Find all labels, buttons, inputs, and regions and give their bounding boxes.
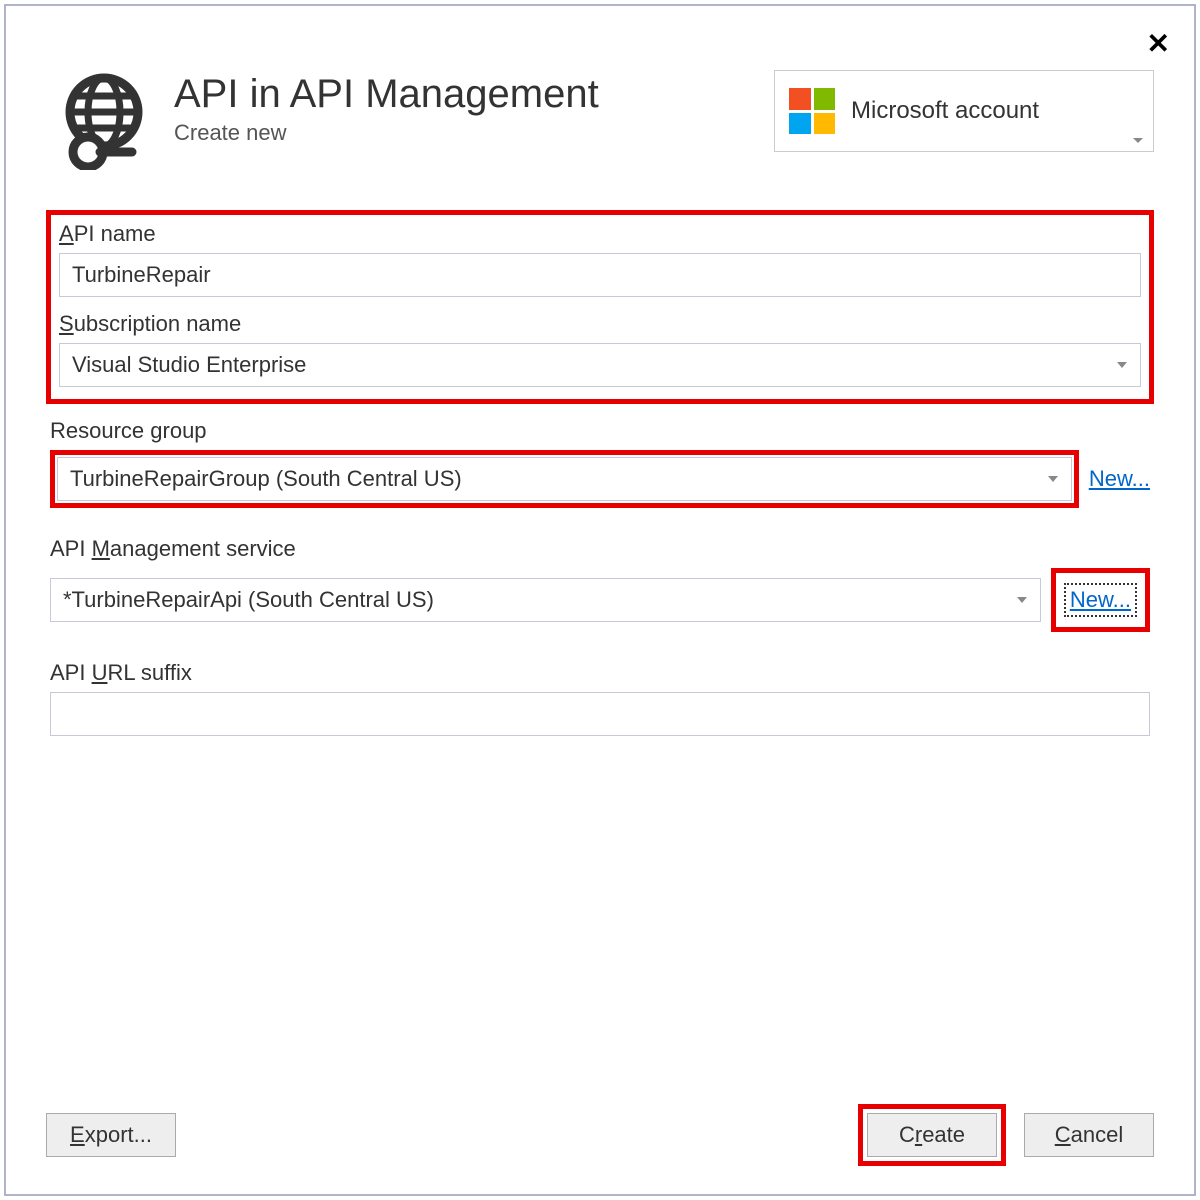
account-selector[interactable]: Microsoft account bbox=[774, 70, 1154, 152]
bottom-button-bar: Export... Create Cancel bbox=[46, 1104, 1154, 1166]
apim-service-select[interactable] bbox=[50, 578, 1041, 622]
subscription-group: Subscription name bbox=[59, 311, 1141, 387]
apim-service-row: New... bbox=[46, 568, 1154, 632]
url-suffix-input[interactable] bbox=[50, 692, 1150, 736]
highlight-name-subscription: API name Subscription name bbox=[46, 210, 1154, 404]
chevron-down-icon bbox=[1133, 138, 1143, 143]
api-name-group: API name bbox=[59, 221, 1141, 297]
form-area: API name Subscription name Resource grou… bbox=[6, 170, 1194, 736]
dialog-window: ✕ API in API Management Create new Micro… bbox=[4, 4, 1196, 1196]
url-suffix-label: API URL suffix bbox=[46, 660, 1154, 686]
apim-new-link[interactable]: New... bbox=[1070, 587, 1131, 612]
cancel-button[interactable]: Cancel bbox=[1024, 1113, 1154, 1157]
microsoft-logo-icon bbox=[789, 88, 835, 134]
dialog-title: API in API Management bbox=[174, 70, 754, 118]
api-globe-icon bbox=[54, 70, 154, 170]
dialog-subtitle: Create new bbox=[174, 120, 754, 146]
subscription-select[interactable] bbox=[59, 343, 1141, 387]
export-button[interactable]: Export... bbox=[46, 1113, 176, 1157]
header-text-block: API in API Management Create new bbox=[174, 70, 754, 146]
resource-group-row: New... bbox=[46, 450, 1154, 508]
apim-new-link-focus: New... bbox=[1064, 583, 1137, 617]
subscription-label: Subscription name bbox=[59, 311, 1141, 337]
api-name-input[interactable] bbox=[59, 253, 1141, 297]
resource-group-select[interactable] bbox=[57, 457, 1072, 501]
dialog-header: API in API Management Create new Microso… bbox=[6, 6, 1194, 170]
resource-group-new-link[interactable]: New... bbox=[1089, 466, 1150, 492]
apim-service-label: API Management service bbox=[46, 536, 1154, 562]
url-suffix-group bbox=[46, 692, 1154, 736]
right-button-group: Create Cancel bbox=[858, 1104, 1154, 1166]
resource-group-label: Resource group bbox=[46, 418, 1154, 444]
account-label: Microsoft account bbox=[851, 97, 1039, 125]
highlight-apim-new: New... bbox=[1051, 568, 1150, 632]
highlight-create: Create bbox=[858, 1104, 1006, 1166]
create-button[interactable]: Create bbox=[867, 1113, 997, 1157]
close-icon[interactable]: ✕ bbox=[1147, 30, 1170, 58]
api-name-label: API name bbox=[59, 221, 1141, 247]
highlight-resource-group bbox=[50, 450, 1079, 508]
